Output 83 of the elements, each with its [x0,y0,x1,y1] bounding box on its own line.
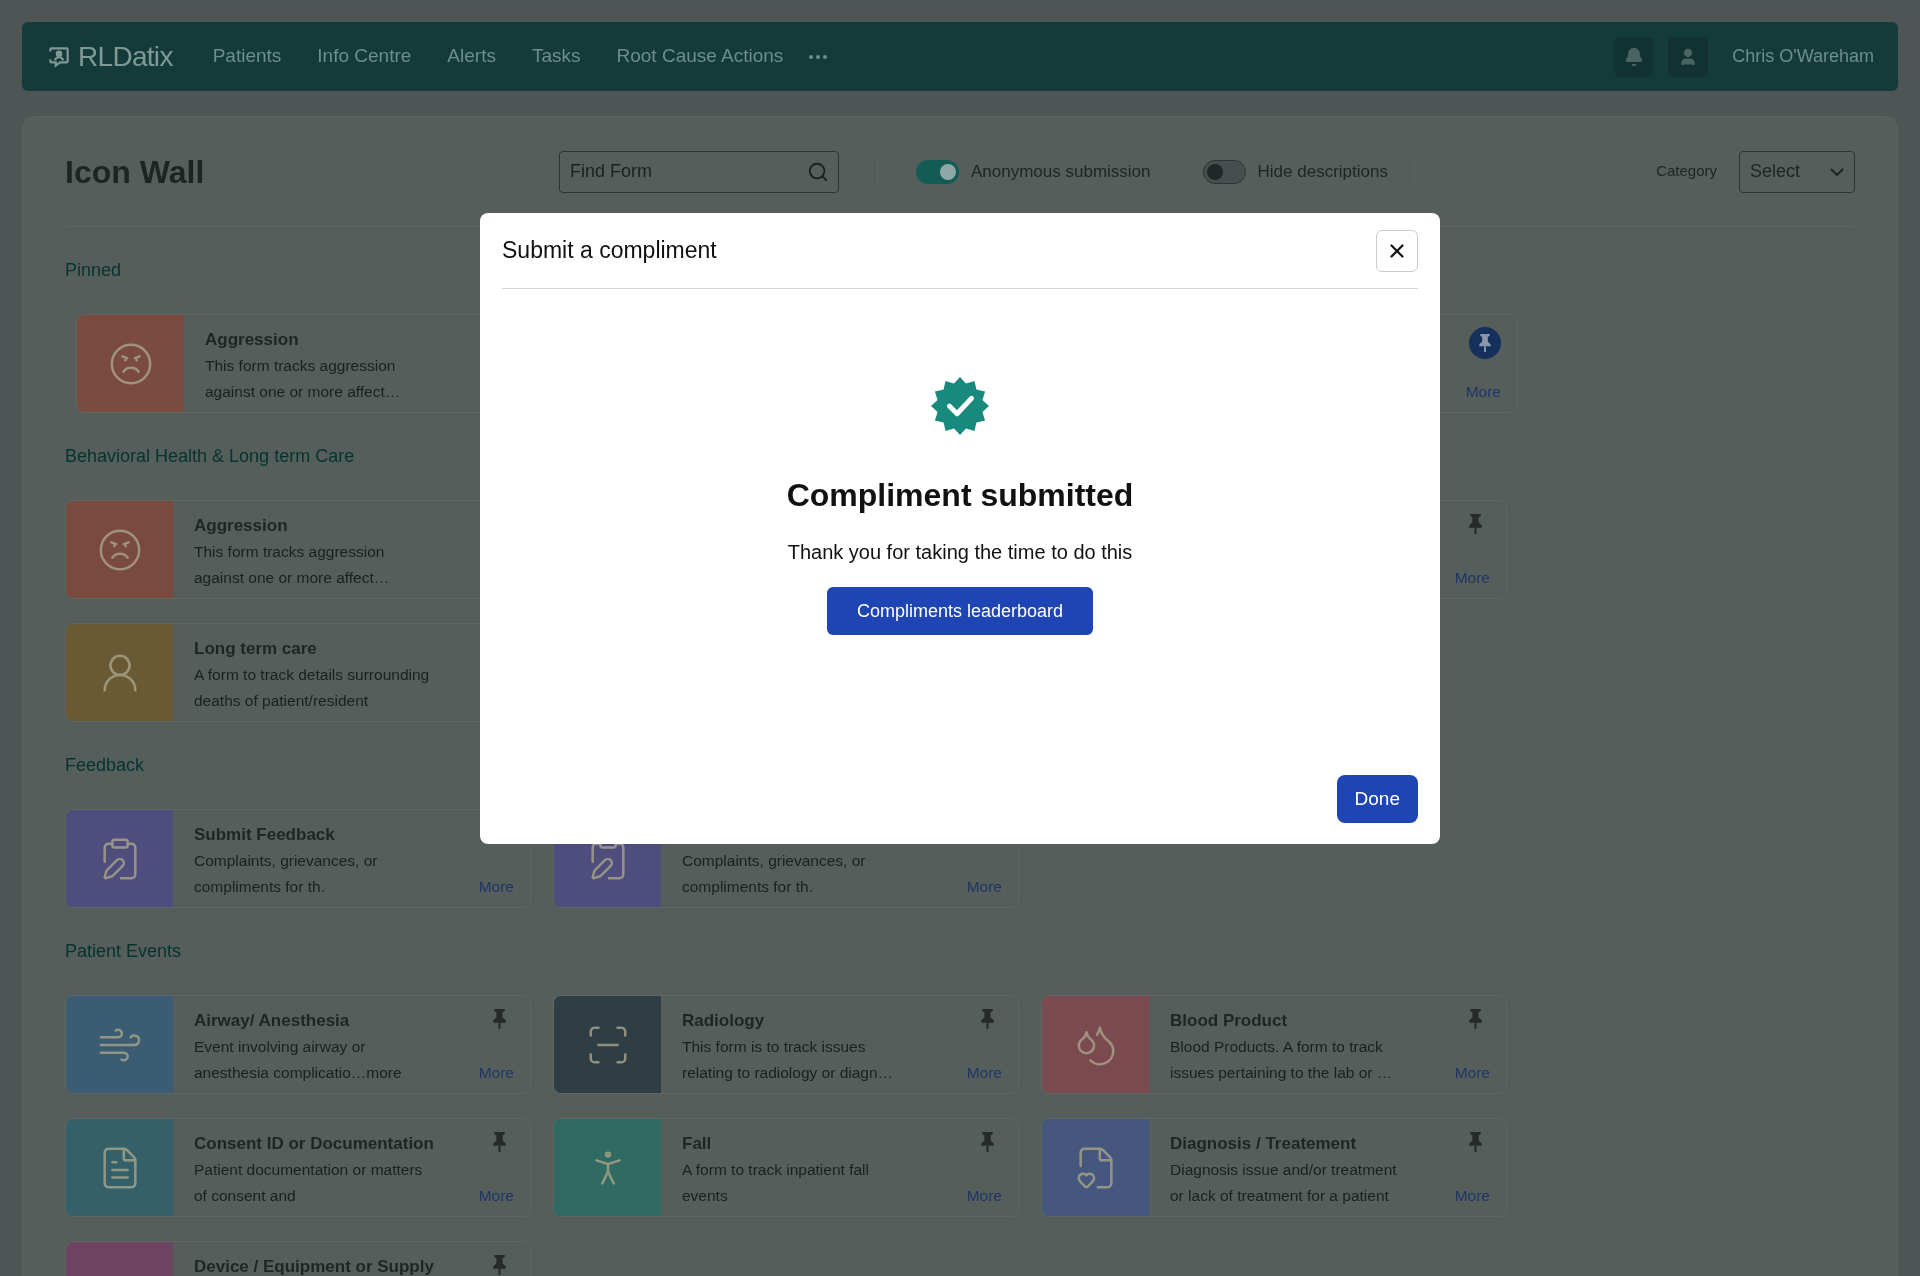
section-heading: Feedback [65,754,146,777]
search-icon [807,160,829,183]
more-link[interactable]: More [1465,382,1501,402]
form-title: Aggression [194,515,289,537]
nav-link[interactable]: Root Cause Actions [598,42,802,71]
close-button[interactable] [1376,229,1418,272]
user-avatar-button[interactable] [1668,36,1709,77]
form-card[interactable]: Submit Feedback Complaints, grievances, or compliments for th. More [65,809,531,908]
success-heading: Compliment submitted [786,476,1134,515]
pin-icon [1468,1132,1482,1152]
form-title: Aggression [205,329,300,351]
section-heading: Patient Events [65,940,183,963]
more-link[interactable]: More [1454,1186,1490,1206]
toggle-label: Hide descriptions [1257,160,1388,183]
chevron-down-icon [1830,167,1844,176]
form-description: Complaints, grievances, or compliments for th. [682,851,867,897]
form-description: Complaints, grievances, or compliments for th. [194,851,379,897]
form-card[interactable]: Fall A form to track inpatient fall events More [553,1118,1019,1217]
pin-icon [1479,334,1491,352]
pin-icon [492,1009,506,1029]
form-description: A form to track details surrounding deaths of patient/resident [194,665,431,711]
more-menu-button[interactable] [809,54,828,59]
form-description: This form tracks aggression against one or more affect… [205,356,402,402]
user-name[interactable]: Chris O'Wareham [1732,43,1874,70]
more-link[interactable]: More [478,1063,514,1083]
dialog-title: Submit a compliment [502,236,717,266]
bell-icon [1624,46,1645,67]
page-title: Icon Wall [65,152,206,192]
form-description: A form to track inpatient fall events [682,1160,870,1206]
form-title: Fall [682,1133,713,1155]
more-link[interactable]: More [1454,568,1490,588]
pin-button[interactable] [1469,327,1501,359]
verified-badge-icon [931,377,989,435]
more-link[interactable]: More [966,877,1002,897]
form-description: Patient documentation or matters of consent and [194,1160,424,1206]
search-field[interactable]: Find Form [559,150,839,193]
form-card[interactable]: Diagnosis / Treatement Diagnosis issue and/or treatment or lack of treatment for a patient More [1041,1118,1507,1217]
pin-icon [492,1255,506,1275]
section-heading: Behavioral Health & Long term Care [65,445,356,468]
form-title: Blood Product [1170,1010,1289,1032]
nav-link[interactable]: Tasks [513,42,599,71]
category-label: Category [1656,161,1717,182]
more-link[interactable]: More [478,877,514,897]
leaderboard-button[interactable]: Compliments leaderboard [826,587,1094,635]
more-link[interactable]: More [966,1186,1002,1206]
pin-icon [980,1009,994,1029]
done-button[interactable]: Done [1336,775,1418,823]
form-card[interactable]: Airway/ Anesthesia Event involving airway or anesthesia complicatio…more More [65,995,531,1094]
form-title: Consent ID or Documentation [194,1133,435,1155]
brand-name: RLDatix [78,39,173,74]
form-card[interactable]: Device / Equipment or Supply [65,1241,531,1276]
pin-icon [1468,1009,1482,1029]
pin-icon [1468,514,1482,534]
pin-icon [980,1132,994,1152]
form-description: Diagnosis issue and/or treatment or lack of treatment for a patient [1170,1160,1398,1206]
section-heading: Pinned [65,259,123,282]
pin-icon [492,1132,506,1152]
form-card[interactable]: Radiology This form is to track issues relating to radiology or diagn… More [553,995,1019,1094]
nav-link[interactable]: Info Centre [299,42,430,71]
form-card[interactable]: Consent ID or Documentation Patient documentation or matters of consent and More [65,1118,531,1217]
form-title: Radiology [682,1010,766,1032]
toggle-label: Anonymous submission [971,160,1151,183]
form-title: Diagnosis / Treatement [1170,1133,1358,1155]
ellipsis-icon [809,54,828,59]
toggle-switch[interactable] [1202,159,1246,184]
toggle-switch[interactable] [916,159,959,184]
form-description: Event involving airway or anesthesia complicatio…more [194,1037,403,1083]
form-title: Airway/ Anesthesia [194,1010,351,1032]
more-link[interactable]: More [966,1063,1002,1083]
category-select[interactable]: Select [1739,150,1855,193]
form-title: Device / Equipment or Supply [194,1256,435,1276]
nav-link[interactable]: Alerts [429,42,514,71]
more-link[interactable]: More [1454,1063,1490,1083]
form-title: Submit Feedback [194,824,336,846]
notifications-button[interactable] [1614,36,1655,77]
form-description: This form is to track issues relating to radiology or diagn… [682,1037,895,1083]
form-description: This form tracks aggression against one or more affect… [194,542,391,588]
form-description: Blood Products. A form to track issues pertaining to the lab or … [1170,1037,1394,1083]
success-message: Thank you for taking the time to do this [787,540,1133,565]
form-title: Long term care [194,638,318,660]
form-card[interactable]: Blood Product Blood Products. A form to track issues pertaining to the lab or … More [1041,995,1507,1094]
more-link[interactable]: More [478,1186,514,1206]
nav-link[interactable]: Patients [194,42,300,71]
